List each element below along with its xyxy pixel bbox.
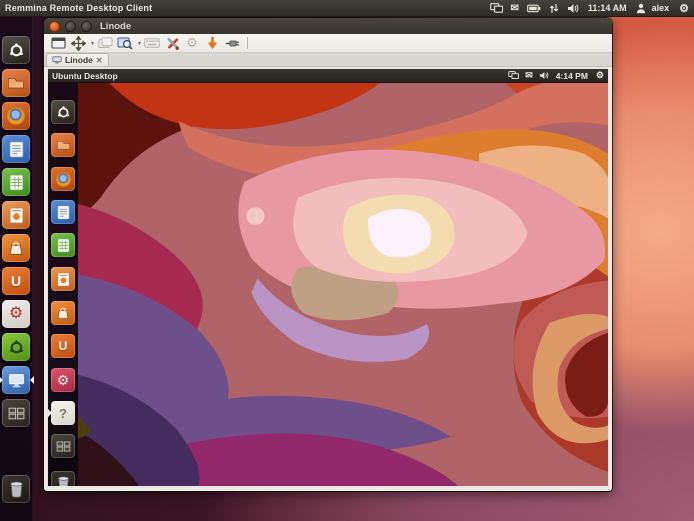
remmina-toolbar: ▾ ▾ ⚙ <box>44 34 612 53</box>
window-close-button[interactable] <box>49 21 60 32</box>
remote-launcher-item-firefox[interactable] <box>51 167 75 191</box>
impress-presentation-icon <box>9 207 24 224</box>
launcher-item-trash[interactable] <box>2 475 30 503</box>
remote-launcher-item-ubuntu-one[interactable]: U <box>51 334 75 358</box>
network-traffic-icon[interactable] <box>549 0 559 17</box>
mail-icon[interactable]: ✉ <box>511 0 519 17</box>
remote-launcher-item-trash[interactable] <box>51 471 75 488</box>
remote-launcher-item-software-center[interactable] <box>51 301 75 325</box>
launcher-item-calc[interactable] <box>2 168 30 196</box>
launcher-item-dash[interactable] <box>2 36 30 64</box>
battery-icon[interactable] <box>527 0 541 17</box>
help-question-icon: ? <box>59 406 67 421</box>
calc-spreadsheet-icon <box>57 238 70 253</box>
host-top-panel: Remmina Remote Desktop Client ✉ 11:14 AM… <box>0 0 694 17</box>
settings-gear-icon: ⚙ <box>57 373 70 387</box>
launcher-item-software-center[interactable] <box>2 234 30 262</box>
workspace-grid-icon <box>8 407 25 420</box>
remote-launcher-item-system-settings[interactable]: ⚙ <box>51 368 75 392</box>
volume-icon[interactable] <box>539 69 549 83</box>
trash-bin-icon <box>56 475 71 488</box>
mail-icon[interactable]: ✉ <box>525 69 533 83</box>
host-launcher: U ⚙ <box>0 17 33 521</box>
ubuntu-dash-icon <box>57 106 70 119</box>
folder-icon <box>56 139 71 151</box>
tab-close-button[interactable]: ✕ <box>96 56 103 65</box>
remote-launcher-item-calc[interactable] <box>51 233 75 257</box>
remote-launcher-item-writer[interactable] <box>51 200 75 224</box>
active-app-title: Remmina Remote Desktop Client <box>0 3 152 13</box>
writer-document-icon <box>57 205 70 220</box>
firefox-icon <box>7 107 25 125</box>
ubuntu-one-icon: U <box>59 340 68 352</box>
launcher-item-workspace-switcher[interactable] <box>2 399 30 427</box>
settings-gear-icon: ⚙ <box>9 306 23 322</box>
remote-launcher-item-dash[interactable] <box>51 100 75 124</box>
remote-panel-title: Ubuntu Desktop <box>48 71 118 81</box>
disconnect-button[interactable] <box>223 35 241 51</box>
window-titlebar[interactable]: Linode <box>44 18 612 34</box>
calc-spreadsheet-icon <box>9 174 24 191</box>
remote-wallpaper <box>48 69 608 488</box>
launcher-item-firefox[interactable] <box>2 102 30 130</box>
switch-tab-button[interactable] <box>96 35 114 51</box>
tab-linode[interactable]: Linode ✕ <box>46 53 109 66</box>
launcher-item-writer[interactable] <box>2 135 30 163</box>
launcher-item-ubuntu-one[interactable]: U <box>2 267 30 295</box>
impress-presentation-icon <box>57 272 70 287</box>
window-title: Linode <box>100 21 131 32</box>
launcher-item-home-folder[interactable] <box>2 69 30 97</box>
shopping-bag-icon <box>8 240 24 256</box>
launcher-item-system-settings[interactable]: ⚙ <box>2 300 30 328</box>
fullscreen-dropdown-caret[interactable]: ▾ <box>89 40 96 47</box>
shopping-bag-icon <box>56 306 70 320</box>
trash-bin-icon <box>8 480 25 498</box>
new-connection-button[interactable] <box>49 35 67 51</box>
firefox-icon <box>56 172 71 187</box>
fullscreen-button[interactable] <box>69 35 87 51</box>
preferences-gear-icon: ⚙ <box>186 35 198 51</box>
remote-launcher: U ⚙ ? <box>48 83 78 486</box>
remote-clock[interactable]: 4:14 PM <box>556 71 588 81</box>
user-menu[interactable]: alex <box>652 3 670 13</box>
launcher-item-impress[interactable] <box>2 201 30 229</box>
session-gear-icon[interactable]: ⚙ <box>679 2 689 15</box>
remmina-window: Linode ▾ ▾ ⚙ <box>44 18 612 491</box>
ubuntu-logo-green-icon <box>9 340 24 355</box>
folder-icon <box>7 76 25 90</box>
ubuntu-one-icon: U <box>11 274 21 288</box>
scaled-dropdown-caret[interactable]: ▾ <box>136 40 143 47</box>
remote-desktop-viewport[interactable]: Ubuntu Desktop ✉ 4:14 PM ⚙ <box>46 67 610 488</box>
window-minimize-button[interactable] <box>65 21 76 32</box>
remote-launcher-item-workspace-switcher[interactable] <box>51 434 75 458</box>
preferences-button[interactable]: ⚙ <box>183 35 201 51</box>
volume-icon[interactable] <box>567 0 579 17</box>
user-icon <box>636 0 646 17</box>
writer-document-icon <box>9 141 24 158</box>
remote-session-gear-icon[interactable]: ⚙ <box>596 70 604 81</box>
scaled-mode-button[interactable] <box>116 35 134 51</box>
window-maximize-button[interactable] <box>81 21 92 32</box>
host-desktop: Remmina Remote Desktop Client ✉ 11:14 AM… <box>0 0 694 521</box>
remote-screens-indicator-icon[interactable] <box>490 0 503 17</box>
remote-launcher-item-home-folder[interactable] <box>51 133 75 157</box>
tools-button[interactable] <box>163 35 181 51</box>
toolbar-separator <box>247 37 248 49</box>
remmina-monitor-icon <box>8 373 25 388</box>
tab-monitor-icon <box>52 56 62 64</box>
remote-screens-indicator-icon[interactable] <box>508 69 519 83</box>
ubuntu-dash-icon <box>9 43 24 58</box>
launcher-item-remmina[interactable] <box>2 366 30 394</box>
grab-keyboard-button[interactable] <box>143 35 161 51</box>
minimize-window-button[interactable] <box>203 35 221 51</box>
remote-launcher-item-help[interactable]: ? <box>51 401 75 425</box>
clock[interactable]: 11:14 AM <box>588 3 627 13</box>
launcher-item-ubuntu-green[interactable] <box>2 333 30 361</box>
remote-launcher-item-impress[interactable] <box>51 267 75 291</box>
tab-label: Linode <box>65 55 93 65</box>
tab-bar: Linode ✕ <box>44 53 612 67</box>
remote-top-panel: Ubuntu Desktop ✉ 4:14 PM ⚙ <box>48 69 608 83</box>
workspace-grid-icon <box>56 441 71 452</box>
